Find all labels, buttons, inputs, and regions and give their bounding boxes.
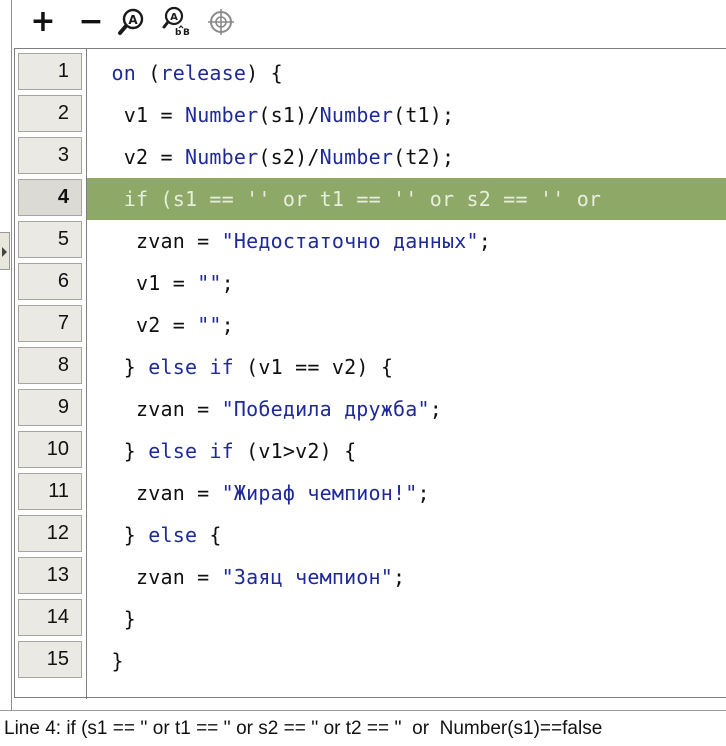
code-text[interactable]: }	[87, 598, 726, 640]
toolbar: + − A A b B	[0, 0, 726, 46]
find-icon[interactable]: A	[115, 4, 149, 40]
code-text[interactable]: zvan = "Жираф чемпион!";	[87, 472, 726, 514]
replace-icon[interactable]: A b B	[160, 4, 194, 40]
code-line[interactable]: 12 } else {	[15, 514, 726, 556]
svg-text:A: A	[170, 12, 178, 23]
panel-border	[11, 0, 12, 716]
code-line[interactable]: 4 if (s1 == '' or t1 == '' or s2 == '' o…	[15, 178, 726, 220]
line-number: 3	[18, 137, 82, 174]
code-editor[interactable]: 1 on (release) {2 v1 = Number (s1)/Number…	[14, 48, 726, 699]
svg-text:A: A	[128, 13, 138, 27]
line-number: 12	[18, 515, 82, 552]
remove-button[interactable]: −	[76, 4, 106, 40]
expand-arrow-icon	[2, 247, 7, 257]
code-line[interactable]: 2 v1 = Number (s1)/Number (t1);	[15, 94, 726, 136]
code-line[interactable]: 7 v2 = "";	[15, 304, 726, 346]
code-line[interactable]: 9 zvan = "Победила дружба";	[15, 388, 726, 430]
line-number: 13	[18, 557, 82, 594]
line-number: 6	[18, 263, 82, 300]
code-line[interactable]: 8 } else if (v1 == v2) {	[15, 346, 726, 388]
line-number: 15	[18, 641, 82, 678]
line-number: 7	[18, 305, 82, 342]
code-line[interactable]: 15 }	[15, 640, 726, 682]
line-number: 11	[18, 473, 82, 510]
line-number: 14	[18, 599, 82, 636]
code-text[interactable]: v2 = Number (s2)/Number (t2);	[87, 136, 726, 178]
svg-text:B: B	[183, 28, 190, 38]
code-line[interactable]: 14 }	[15, 598, 726, 640]
line-number: 10	[18, 431, 82, 468]
code-line[interactable]: 13 zvan = "Заяц чемпион";	[15, 556, 726, 598]
code-text[interactable]: v2 = "";	[87, 304, 726, 346]
line-number: 9	[18, 389, 82, 426]
code-text[interactable]: if (s1 == '' or t1 == '' or s2 == '' or	[87, 178, 726, 220]
code-line[interactable]: 3 v2 = Number (s2)/Number (t2);	[15, 136, 726, 178]
code-lines: 1 on (release) {2 v1 = Number (s1)/Number…	[15, 52, 726, 682]
code-text[interactable]: zvan = "Победила дружба";	[87, 388, 726, 430]
code-text[interactable]: zvan = "Недостаточно данных";	[87, 220, 726, 262]
line-number: 5	[18, 221, 82, 258]
code-text[interactable]: on (release) {	[87, 52, 726, 94]
editor-bottom-border	[14, 697, 726, 698]
line-number: 1	[18, 53, 82, 90]
line-number: 4	[18, 179, 82, 216]
code-text[interactable]: } else {	[87, 514, 726, 556]
code-text[interactable]: } else if (v1 == v2) {	[87, 346, 726, 388]
status-text: Line 4: if (s1 == '' or t1 == '' or s2 =…	[4, 717, 603, 739]
line-number: 2	[18, 95, 82, 132]
code-text[interactable]: zvan = "Заяц чемпион";	[87, 556, 726, 598]
line-number: 8	[18, 347, 82, 384]
svg-text:b: b	[175, 28, 182, 38]
code-line[interactable]: 1 on (release) {	[15, 52, 726, 94]
code-text[interactable]: } else if (v1>v2) {	[87, 430, 726, 472]
code-line[interactable]: 10 } else if (v1>v2) {	[15, 430, 726, 472]
code-line[interactable]: 6 v1 = "";	[15, 262, 726, 304]
target-icon[interactable]	[204, 4, 238, 40]
code-line[interactable]: 5 zvan = "Недостаточно данных";	[15, 220, 726, 262]
add-button[interactable]: +	[28, 4, 58, 40]
status-bar: Line 4: if (s1 == '' or t1 == '' or s2 =…	[0, 710, 726, 746]
code-text[interactable]: v1 = "";	[87, 262, 726, 304]
code-line[interactable]: 11 zvan = "Жираф чемпион!";	[15, 472, 726, 514]
panel-splitter-handle[interactable]	[0, 232, 10, 270]
code-text[interactable]: v1 = Number (s1)/Number (t1);	[87, 94, 726, 136]
code-text[interactable]: }	[87, 640, 726, 682]
